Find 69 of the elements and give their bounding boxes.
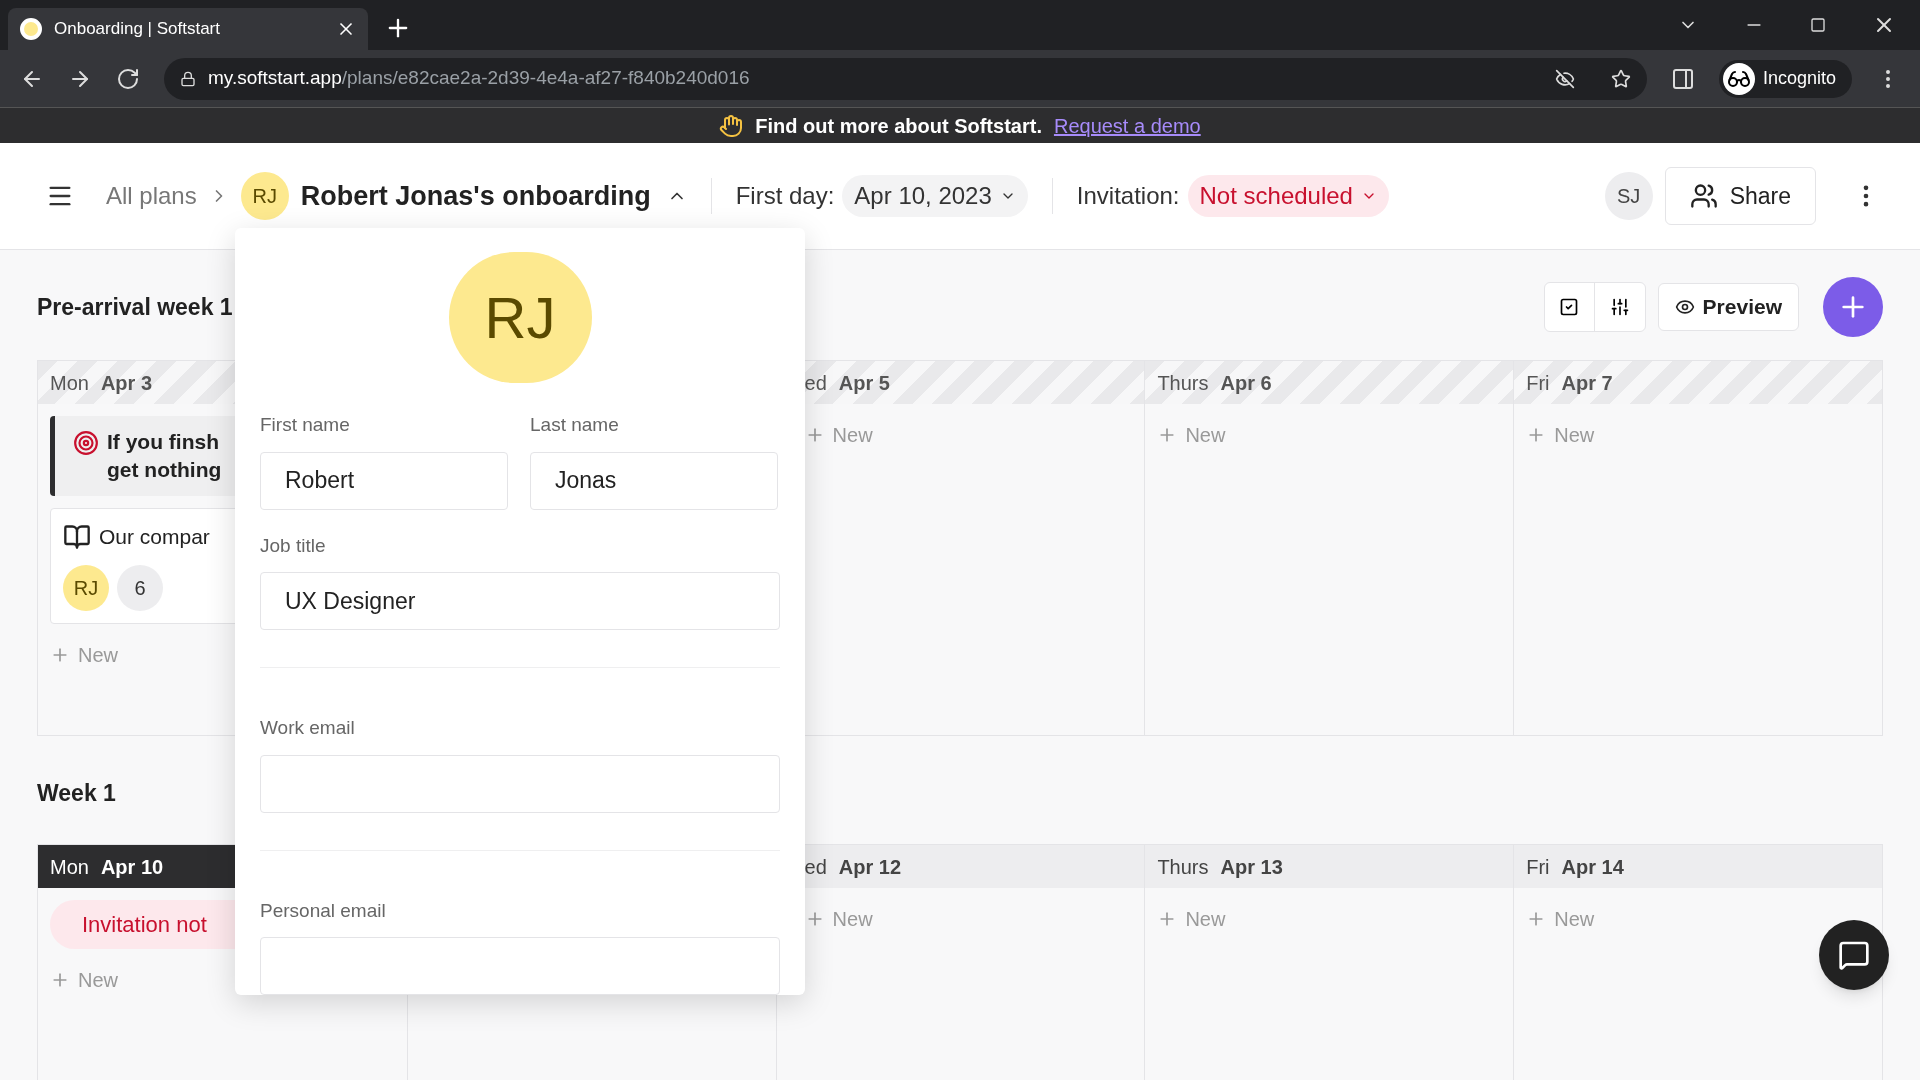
lock-icon bbox=[180, 70, 196, 87]
address-bar[interactable]: my.softstart.app/plans/e82cae2a-2d39-4e4a-af27-f840b240d016 bbox=[164, 57, 1647, 100]
invitation-status-dropdown[interactable]: Not scheduled bbox=[1187, 175, 1389, 217]
day-date: Apr 13 bbox=[1220, 854, 1283, 880]
day-date: Apr 14 bbox=[1561, 854, 1624, 880]
text-field[interactable] bbox=[260, 754, 780, 813]
first-day-dropdown[interactable]: Apr 10, 2023 bbox=[842, 175, 1028, 217]
sliders-icon bbox=[1609, 297, 1630, 317]
add-button[interactable] bbox=[1823, 277, 1883, 337]
request-demo-link[interactable]: Request a demo bbox=[1053, 110, 1201, 141]
day-date: Apr 3 bbox=[100, 370, 153, 396]
resource-title: Our compar bbox=[99, 524, 210, 550]
favicon-icon bbox=[20, 18, 42, 40]
invitation-label: Invitation: bbox=[1076, 181, 1180, 211]
incognito-icon bbox=[1722, 62, 1755, 95]
task-count: 6 bbox=[117, 564, 163, 611]
week-title: Pre-arrival week 1 bbox=[37, 292, 233, 322]
plan-title: Robert Jonas's onboarding bbox=[300, 179, 651, 213]
profile-button[interactable]: Incognito bbox=[1718, 59, 1852, 98]
share-button[interactable]: Share bbox=[1664, 167, 1816, 225]
day-name: Mon bbox=[50, 854, 89, 880]
target-icon bbox=[73, 430, 99, 456]
field-label: Last name bbox=[530, 413, 620, 437]
book-icon bbox=[63, 522, 91, 551]
profile-avatar: RJ bbox=[448, 252, 592, 383]
day-date: Apr 10 bbox=[100, 854, 164, 880]
day-date: Apr 5 bbox=[838, 370, 890, 396]
day-date: Apr 6 bbox=[1220, 370, 1272, 396]
field-label: Personal email bbox=[260, 898, 387, 923]
tab-title: Onboarding | Softstart bbox=[54, 18, 221, 41]
text-field[interactable]: Robert bbox=[260, 451, 508, 510]
plan-avatar: RJ bbox=[240, 172, 289, 220]
eye-icon bbox=[1674, 297, 1695, 317]
week-title: Week 1 bbox=[37, 778, 116, 808]
user-avatar[interactable]: SJ bbox=[1604, 172, 1653, 220]
day-name: ed bbox=[804, 370, 827, 396]
day-date: Apr 12 bbox=[838, 854, 902, 880]
goal-title: get nothing bbox=[107, 457, 222, 483]
restore-icon[interactable] bbox=[1810, 17, 1826, 33]
text-field[interactable]: UX Designer bbox=[260, 572, 780, 630]
day-date: Apr 7 bbox=[1561, 370, 1613, 396]
text-field[interactable]: Jonas bbox=[530, 451, 778, 510]
day-name: Thurs bbox=[1157, 370, 1209, 396]
all-plans-link[interactable]: All plans bbox=[106, 178, 197, 214]
text-field[interactable] bbox=[260, 937, 780, 995]
url: my.softstart.app/plans/e82cae2a-2d39-4e4a-af27-f840b240d016 bbox=[208, 66, 751, 91]
goal-title: If you finsh bbox=[107, 429, 220, 455]
bookmark-star-icon[interactable] bbox=[1610, 68, 1631, 89]
day-name: Fri bbox=[1526, 370, 1550, 396]
assignee-avatar: RJ bbox=[63, 564, 109, 611]
eye-off-icon[interactable] bbox=[1554, 68, 1575, 89]
day-name: Fri bbox=[1526, 854, 1550, 880]
field-label: First name bbox=[260, 413, 351, 437]
chat-button[interactable] bbox=[1819, 920, 1889, 990]
field-label: Job title bbox=[260, 533, 327, 558]
preview-button[interactable]: Preview bbox=[1657, 283, 1799, 331]
day-name: Mon bbox=[50, 370, 89, 396]
waving-hand-icon bbox=[719, 113, 744, 138]
day-name: ed bbox=[804, 854, 827, 880]
first-day-label: First day: bbox=[735, 181, 835, 211]
chat-icon bbox=[1838, 939, 1870, 971]
reload-icon[interactable] bbox=[116, 66, 140, 91]
day-name: Thurs bbox=[1157, 854, 1209, 880]
checkbox-icon bbox=[1559, 297, 1580, 317]
side-panel-icon[interactable] bbox=[1670, 66, 1695, 91]
field-label: Work email bbox=[260, 716, 356, 740]
browser-tab[interactable]: Onboarding | Softstart bbox=[8, 8, 368, 50]
people-icon bbox=[1689, 182, 1718, 210]
banner-text: Find out more about Softstart. bbox=[755, 113, 1042, 139]
